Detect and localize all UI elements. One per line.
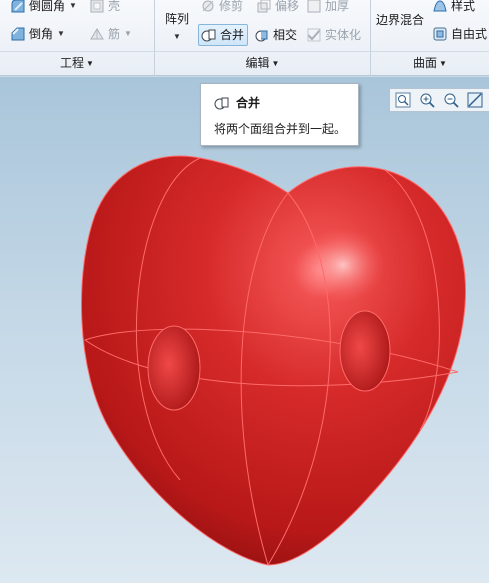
tooltip-title-text: 合并 (236, 96, 261, 110)
side-patch-right (339, 310, 391, 392)
view-toolbar (389, 88, 489, 112)
repaint-button[interactable] (465, 90, 484, 110)
repaint-icon (467, 92, 482, 108)
zoom-fit-icon (395, 92, 410, 108)
tooltip-title: 合并 (214, 94, 260, 111)
zoom-in-icon (420, 93, 435, 108)
heart-surface[interactable] (80, 155, 467, 566)
zoom-out-icon (444, 93, 459, 108)
zoom-fit-button[interactable] (393, 90, 412, 110)
merge-icon (214, 95, 230, 111)
zoom-out-button[interactable] (441, 90, 460, 110)
tooltip-description: 将两个面组合并到一起。 (214, 122, 347, 136)
zoom-in-button[interactable] (417, 90, 436, 110)
merge-tooltip: 合并 将两个面组合并到一起。 (200, 83, 359, 146)
side-patch-left (147, 325, 201, 411)
